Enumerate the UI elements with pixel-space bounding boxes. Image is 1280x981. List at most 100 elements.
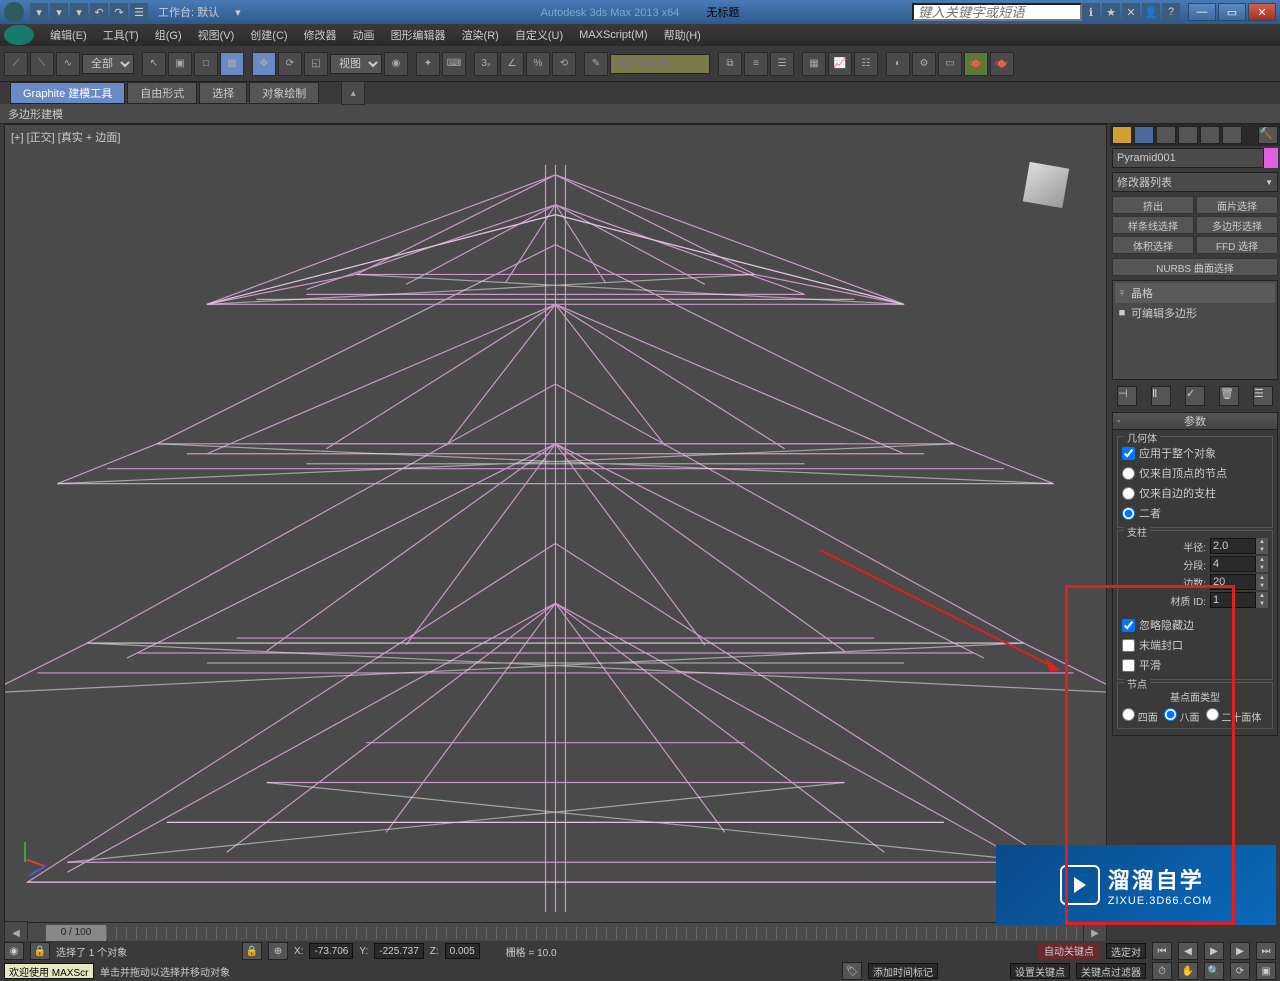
lock-sel-icon[interactable]: 🔒: [242, 942, 262, 960]
tb-new-icon[interactable]: ▾: [30, 3, 48, 21]
menu-maxscript[interactable]: MAXScript(M): [571, 29, 655, 41]
nav-pan-icon[interactable]: ✋: [1178, 962, 1198, 980]
viewcube[interactable]: [1016, 155, 1076, 215]
tb-open-icon[interactable]: ▾: [50, 3, 68, 21]
configure-icon[interactable]: ☰: [1253, 386, 1273, 406]
unlink-icon[interactable]: ⟍: [30, 52, 54, 76]
object-color-swatch[interactable]: [1264, 148, 1278, 168]
utilities-tab-icon[interactable]: [1222, 126, 1242, 144]
rotate-icon[interactable]: ⟳: [278, 52, 302, 76]
tb-save-icon[interactable]: ▾: [70, 3, 88, 21]
maxscript-listener[interactable]: 欢迎使用 MAXScr: [4, 963, 94, 979]
menu-create[interactable]: 创建(C): [242, 27, 295, 43]
tb-undo-icon[interactable]: ↶: [90, 3, 108, 21]
object-name-input[interactable]: [1112, 148, 1264, 168]
modifier-stack[interactable]: ♀ 晶格 ■ 可编辑多边形: [1112, 280, 1278, 380]
sel-rect-icon[interactable]: □: [194, 52, 218, 76]
viewport-label[interactable]: [+] [正交] [真实 + 边面]: [11, 129, 120, 145]
ribbon-graphite[interactable]: Graphite 建模工具: [10, 82, 125, 104]
curve-icon[interactable]: 📈: [828, 52, 852, 76]
workspace-label[interactable]: 工作台: 默认: [158, 4, 219, 20]
sides-input[interactable]: [1210, 574, 1256, 590]
btn-polysel[interactable]: 多边形选择: [1196, 216, 1278, 234]
abs-rel-icon[interactable]: ⊕: [268, 942, 288, 960]
link-icon[interactable]: ⟋: [4, 52, 28, 76]
smooth-checkbox[interactable]: [1122, 659, 1135, 672]
viewport[interactable]: [+] [正交] [真实 + 边面]: [4, 124, 1107, 923]
mirror-icon[interactable]: ⧉: [718, 52, 742, 76]
sides-spinner[interactable]: ▲▼: [1256, 574, 1268, 590]
z-field[interactable]: 0.005: [445, 943, 480, 959]
menu-group[interactable]: 组(G): [147, 27, 190, 43]
btn-splinesel[interactable]: 样条线选择: [1112, 216, 1194, 234]
pivot-icon[interactable]: ◉: [384, 52, 408, 76]
maximize-button[interactable]: ▭: [1218, 3, 1246, 21]
manip-icon[interactable]: ✦: [416, 52, 440, 76]
play-next-icon[interactable]: ▶: [1230, 942, 1250, 960]
ribbon-selection[interactable]: 选择: [199, 82, 247, 104]
sel-window-icon[interactable]: ▦: [220, 52, 244, 76]
menu-edit[interactable]: 编辑(E): [42, 27, 95, 43]
expand-icon[interactable]: ■: [1117, 307, 1127, 319]
play-end-icon[interactable]: ⏭: [1256, 942, 1276, 960]
menu-tools[interactable]: 工具(T): [95, 27, 147, 43]
time-slider[interactable]: ◀ 0 / 100 ▶: [4, 923, 1107, 943]
motion-tab-icon[interactable]: [1178, 126, 1198, 144]
rfw-icon[interactable]: ▭: [938, 52, 962, 76]
btn-extrude[interactable]: 挤出: [1112, 196, 1194, 214]
set-key-button[interactable]: 设置关键点: [1010, 963, 1070, 979]
key-filters-button[interactable]: 关键点过滤器: [1076, 963, 1146, 979]
nav-orbit-icon[interactable]: ⟳: [1230, 962, 1250, 980]
show-end-icon[interactable]: Ⅱ: [1151, 386, 1171, 406]
octa-radio[interactable]: [1164, 708, 1177, 721]
ribbon-collapse-icon[interactable]: ▴: [341, 81, 365, 105]
lock-icon[interactable]: 🔒: [30, 942, 50, 960]
time-tag-icon[interactable]: 🏷: [842, 962, 862, 980]
btn-volsel[interactable]: 体积选择: [1112, 236, 1194, 254]
stack-lattice[interactable]: ♀ 晶格: [1115, 283, 1275, 303]
time-ruler[interactable]: [106, 927, 1083, 939]
segments-input[interactable]: [1210, 556, 1256, 572]
params-rollout-header[interactable]: - 参数: [1112, 412, 1278, 430]
scale-icon[interactable]: ◱: [304, 52, 328, 76]
spinsnap-icon[interactable]: ⟲: [552, 52, 576, 76]
play-prev-icon[interactable]: ◀: [1178, 942, 1198, 960]
stack-epoly[interactable]: ■ 可编辑多边形: [1115, 303, 1275, 323]
move-icon[interactable]: ✥: [252, 52, 276, 76]
remove-mod-icon[interactable]: 🗑: [1219, 386, 1239, 406]
btn-patchsel[interactable]: 面片选择: [1196, 196, 1278, 214]
ribbon-subtab[interactable]: 多边形建模: [0, 104, 1280, 124]
apply-whole-checkbox[interactable]: [1122, 447, 1135, 460]
menu-customize[interactable]: 自定义(U): [507, 27, 571, 43]
matid-spinner[interactable]: ▲▼: [1256, 592, 1268, 608]
tetra-radio[interactable]: [1122, 708, 1135, 721]
create-tab-icon[interactable]: [1112, 126, 1132, 144]
isolate-icon[interactable]: ◉: [4, 942, 24, 960]
select-name-icon[interactable]: ▣: [168, 52, 192, 76]
modifier-list-dropdown[interactable]: 修改器列表 ▼: [1112, 172, 1278, 192]
tb-redo-icon[interactable]: ↷: [110, 3, 128, 21]
time-slider-handle[interactable]: 0 / 100: [46, 925, 106, 941]
menu-modifiers[interactable]: 修改器: [296, 27, 345, 43]
menu-animation[interactable]: 动画: [345, 27, 383, 43]
menu-rendering[interactable]: 渲染(R): [454, 27, 507, 43]
hammer-icon[interactable]: 🔨: [1258, 126, 1278, 144]
btn-nurbs[interactable]: NURBS 曲面选择: [1112, 258, 1278, 276]
star-icon[interactable]: ★: [1102, 3, 1120, 21]
app-logo-icon[interactable]: [4, 25, 34, 45]
time-config-icon[interactable]: ⏱: [1152, 962, 1172, 980]
struts-only-radio[interactable]: [1122, 487, 1135, 500]
align-icon[interactable]: ≡: [744, 52, 768, 76]
pin-stack-icon[interactable]: ⊣: [1117, 386, 1137, 406]
angsnap-icon[interactable]: ∠: [500, 52, 524, 76]
add-time-tag[interactable]: 添加时间标记: [868, 963, 938, 979]
pctsnap-icon[interactable]: %: [526, 52, 550, 76]
select-icon[interactable]: ↖: [142, 52, 166, 76]
edit-sel-icon[interactable]: ✎: [584, 52, 608, 76]
segments-spinner[interactable]: ▲▼: [1256, 556, 1268, 572]
radius-spinner[interactable]: ▲▼: [1256, 538, 1268, 554]
play-start-icon[interactable]: ⏮: [1152, 942, 1172, 960]
workspace-dd-icon[interactable]: ▾: [235, 6, 241, 19]
menu-help[interactable]: 帮助(H): [656, 27, 709, 43]
bind-icon[interactable]: ∿: [56, 52, 80, 76]
